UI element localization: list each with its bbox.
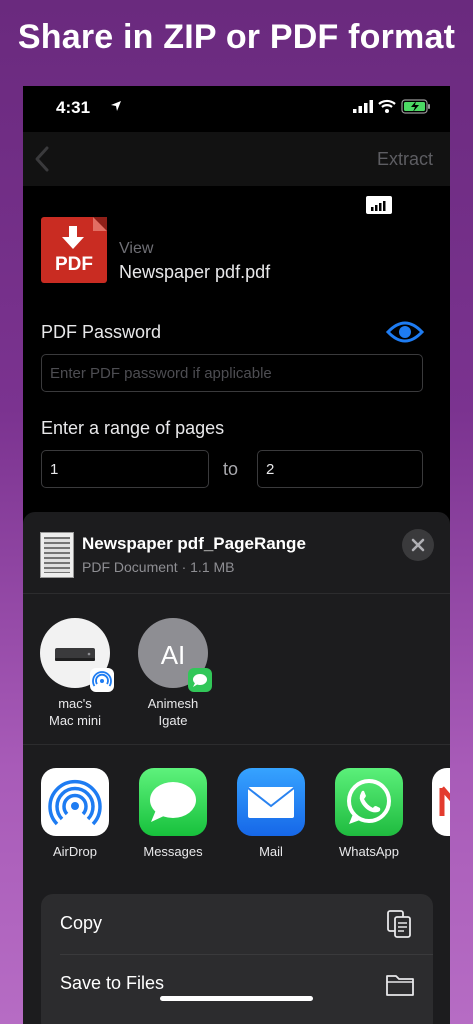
wifi-icon bbox=[378, 99, 396, 113]
share-sheet: Newspaper pdf_PageRange PDF Document · 1… bbox=[23, 512, 450, 1024]
airdrop-contact-mac[interactable]: mac's Mac mini bbox=[35, 618, 115, 729]
navigation-bar: Extract bbox=[23, 132, 450, 186]
status-time: 4:31 bbox=[56, 98, 91, 117]
home-indicator[interactable] bbox=[160, 996, 313, 1001]
app-label: Messages bbox=[143, 844, 203, 859]
message-contact-animesh[interactable]: AI Animesh Igate bbox=[133, 618, 213, 729]
pdf-icon-text: PDF bbox=[55, 254, 93, 275]
range-to-label: to bbox=[223, 459, 239, 479]
action-label: Save to Files bbox=[60, 973, 165, 993]
extract-button[interactable]: Extract bbox=[377, 149, 433, 170]
save-to-files-action[interactable]: Save to Files bbox=[41, 954, 433, 1014]
avatar-initials: AI bbox=[160, 640, 186, 670]
pdf-options-panel: PDF View Newspaper pdf.pdf PDF Password … bbox=[23, 186, 450, 516]
back-chevron-icon[interactable] bbox=[31, 144, 53, 174]
phone-screen: 4:31 Extract PDF View Newspaper pdf.pdf … bbox=[23, 86, 450, 1024]
status-bar: 4:31 bbox=[23, 86, 450, 132]
gmail-icon[interactable] bbox=[432, 768, 450, 836]
range-to-input[interactable] bbox=[257, 450, 423, 488]
app-whatsapp[interactable]: WhatsApp bbox=[329, 768, 409, 859]
password-input[interactable] bbox=[41, 354, 423, 392]
promo-headline: Share in ZIP or PDF format bbox=[17, 18, 456, 56]
app-airdrop[interactable]: AirDrop bbox=[35, 768, 115, 859]
app-label: Mail bbox=[259, 844, 283, 859]
battery-charging-icon bbox=[401, 99, 430, 114]
document-thumbnail bbox=[40, 532, 74, 578]
location-arrow-icon bbox=[111, 101, 121, 111]
divider bbox=[23, 593, 450, 594]
share-file-title: Newspaper pdf_PageRange bbox=[82, 534, 306, 553]
copy-action[interactable]: Copy bbox=[41, 894, 433, 954]
airdrop-badge-icon bbox=[90, 668, 114, 692]
signal-bars-icon bbox=[366, 196, 392, 214]
person-name-line1: mac's bbox=[58, 696, 92, 711]
action-label: Copy bbox=[60, 913, 103, 933]
close-icon bbox=[411, 538, 425, 552]
app-mail[interactable]: Mail bbox=[231, 768, 311, 859]
folder-icon bbox=[386, 975, 414, 996]
copy-icon bbox=[387, 910, 411, 938]
messages-icon bbox=[139, 768, 207, 836]
eye-icon[interactable] bbox=[386, 320, 424, 344]
share-actions-list: Copy Save to Files bbox=[41, 894, 433, 1024]
close-button[interactable] bbox=[402, 529, 434, 561]
person-name-line2: Igate bbox=[158, 713, 188, 728]
range-from-input[interactable] bbox=[41, 450, 209, 488]
file-name: Newspaper pdf.pdf bbox=[119, 262, 271, 282]
password-label: PDF Password bbox=[41, 322, 162, 342]
app-messages[interactable]: Messages bbox=[133, 768, 213, 859]
mail-icon bbox=[237, 768, 305, 836]
share-file-subtitle: PDF Document · 1.1 MB bbox=[82, 559, 235, 575]
download-arrow-icon bbox=[62, 226, 84, 249]
whatsapp-icon bbox=[335, 768, 403, 836]
contact-avatar: AI bbox=[138, 618, 212, 692]
person-name-line2: Mac mini bbox=[48, 713, 101, 728]
view-link[interactable]: View bbox=[119, 240, 153, 258]
cellular-signal-icon bbox=[353, 100, 373, 113]
mac-mini-avatar bbox=[40, 618, 114, 692]
app-label: WhatsApp bbox=[339, 844, 399, 859]
person-name-line1: Animesh bbox=[147, 696, 199, 711]
divider bbox=[23, 744, 450, 745]
page-range-label: Enter a range of pages bbox=[41, 418, 225, 438]
airdrop-icon bbox=[41, 768, 109, 836]
messages-badge-icon bbox=[188, 668, 212, 692]
app-label: AirDrop bbox=[52, 844, 98, 859]
pdf-file-icon[interactable]: PDF bbox=[41, 217, 107, 283]
